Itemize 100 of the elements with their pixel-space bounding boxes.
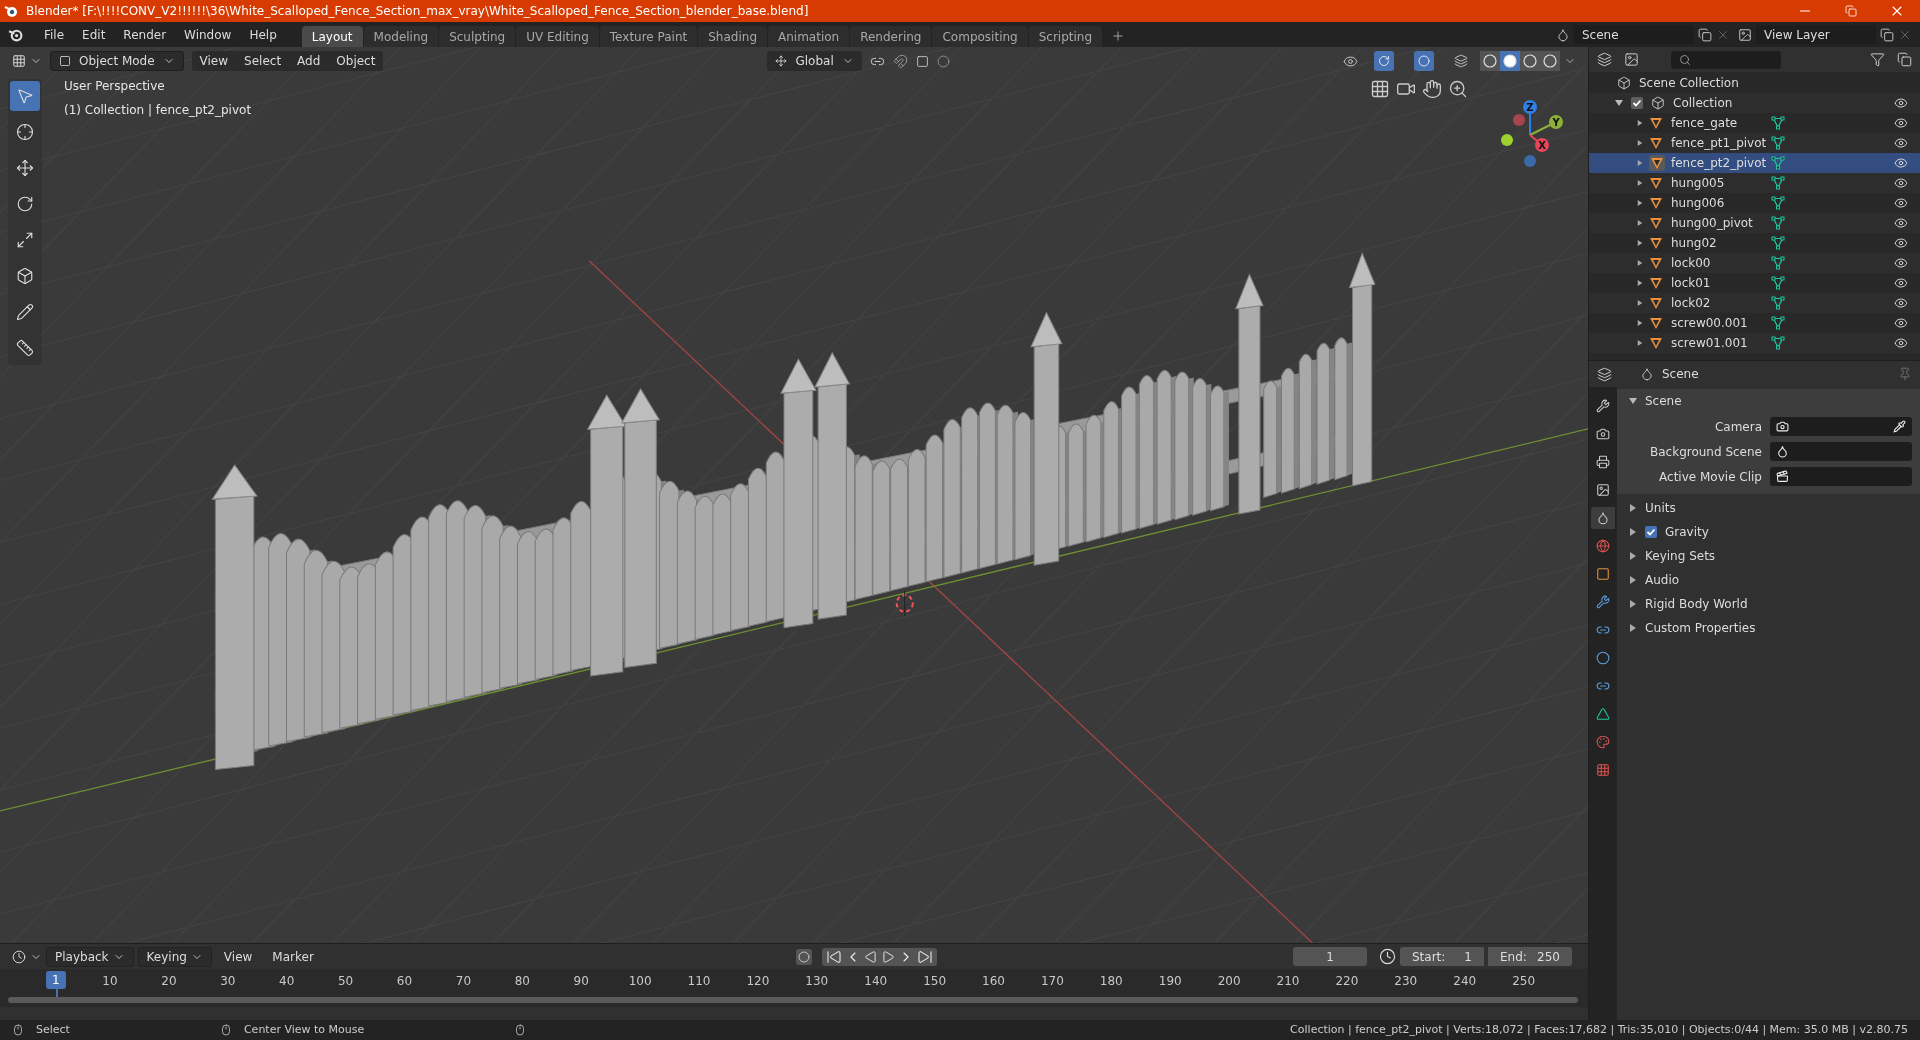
expand-arrow-icon[interactable] — [1629, 528, 1637, 536]
fence-drawing[interactable] — [211, 252, 1376, 771]
navigation-gizmo[interactable] — [1501, 100, 1563, 167]
outliner-row[interactable]: screw01.001 — [1589, 333, 1920, 353]
filter-icon[interactable] — [1870, 52, 1885, 67]
shading-mode-button[interactable] — [1480, 51, 1500, 71]
outliner-row[interactable]: hung005 — [1589, 173, 1920, 193]
orientation-dropdown[interactable]: Global — [767, 51, 862, 71]
workspace-tab[interactable]: Compositing — [932, 26, 1028, 47]
expand-arrow-icon[interactable] — [1637, 260, 1643, 266]
workspace-tab[interactable]: Modeling — [363, 26, 439, 47]
expand-arrow-icon[interactable] — [1637, 180, 1643, 186]
start-frame-field[interactable]: Start: 1 — [1400, 947, 1484, 966]
visibility-icon[interactable] — [1343, 53, 1358, 69]
collapse-arrow-icon[interactable] — [1629, 397, 1637, 405]
workspace-tab[interactable]: Animation — [768, 26, 850, 47]
menu-item[interactable]: Marker — [264, 946, 322, 967]
mesh-data-icon[interactable] — [1771, 216, 1785, 230]
menu-dropdown[interactable]: Playback — [46, 946, 134, 967]
object-name[interactable]: fence_pt2_pivot — [1671, 154, 1771, 172]
expand-arrow-icon[interactable] — [1629, 624, 1637, 632]
object-name[interactable]: fence_gate — [1671, 114, 1771, 132]
outliner-row[interactable]: fence_pt1_pivot — [1589, 133, 1920, 153]
expand-arrow-icon[interactable] — [1615, 99, 1623, 107]
shading-mode-button[interactable] — [1520, 51, 1540, 71]
outliner-row[interactable]: lock00 — [1589, 253, 1920, 273]
visibility-icon[interactable] — [1894, 176, 1908, 190]
blender-logo-icon[interactable] — [8, 27, 23, 42]
menu-item[interactable]: Window — [175, 25, 241, 44]
object-name[interactable]: lock02 — [1671, 294, 1771, 312]
mode-dropdown[interactable]: Object Mode — [50, 51, 184, 71]
object-name[interactable]: lock01 — [1671, 274, 1771, 292]
viewport[interactable]: Object Mode View Select Add Object Global User Perspective (1) Collection | fence_pt2_pivot Z Y X — [0, 47, 1588, 943]
panel-header[interactable]: Scene — [1617, 389, 1920, 413]
workspace-tab[interactable]: Texture Paint — [599, 26, 698, 47]
stopwatch-icon[interactable] — [1379, 948, 1396, 965]
workspace-tab[interactable]: Rendering — [850, 26, 932, 47]
expand-arrow-icon[interactable] — [1629, 552, 1637, 560]
collection-checkbox[interactable] — [1631, 97, 1643, 109]
mesh-data-icon[interactable] — [1771, 136, 1785, 150]
workspace-tab[interactable]: Shading — [698, 26, 767, 47]
mesh-data-icon[interactable] — [1771, 336, 1785, 350]
eyedropper-icon[interactable] — [1893, 420, 1906, 433]
menu-dropdown[interactable]: Keying — [137, 946, 212, 967]
restore-icon[interactable] — [1845, 5, 1857, 17]
outliner-row[interactable]: lock02 — [1589, 293, 1920, 313]
expand-arrow-icon[interactable] — [1629, 504, 1637, 512]
workspace-tab[interactable]: Scripting — [1028, 26, 1103, 47]
property-field[interactable] — [1770, 417, 1912, 436]
menu-item[interactable]: File — [35, 25, 74, 44]
visibility-icon[interactable] — [1894, 276, 1908, 290]
expand-arrow-icon[interactable] — [1637, 200, 1643, 206]
expand-arrow-icon[interactable] — [1637, 320, 1643, 326]
visibility-icon[interactable] — [1894, 236, 1908, 250]
property-field[interactable] — [1770, 442, 1912, 461]
mesh-data-icon[interactable] — [1771, 116, 1785, 130]
subpanel-header[interactable]: Audio — [1617, 568, 1920, 592]
subpanel-header[interactable]: Keying Sets — [1617, 544, 1920, 568]
search-field[interactable] — [1671, 50, 1781, 69]
visibility-icon[interactable] — [1894, 316, 1908, 330]
view-layer-field[interactable]: View Layer — [1756, 25, 1876, 44]
shading-mode-button[interactable] — [1500, 51, 1520, 71]
hand-icon[interactable] — [1422, 79, 1442, 99]
expand-arrow-icon[interactable] — [1637, 120, 1643, 126]
expand-arrow-icon[interactable] — [1637, 220, 1643, 226]
menu-item[interactable]: View — [215, 946, 261, 967]
duplicate-icon[interactable] — [1880, 27, 1894, 42]
visibility-icon[interactable] — [1894, 116, 1908, 130]
current-frame-field[interactable]: 1 — [1293, 947, 1367, 966]
mesh-data-icon[interactable] — [1771, 176, 1785, 190]
visibility-icon[interactable] — [1894, 256, 1908, 270]
menu-item[interactable]: Edit — [73, 25, 115, 44]
object-name[interactable]: fence_pt1_pivot — [1671, 134, 1771, 152]
expand-arrow-icon[interactable] — [1637, 140, 1643, 146]
expand-arrow-icon[interactable] — [1637, 160, 1643, 166]
shading-mode-button[interactable] — [1540, 51, 1560, 71]
playhead-frame-marker[interactable]: 1 — [46, 971, 66, 989]
menu-item[interactable]: Help — [240, 25, 286, 44]
mesh-data-icon[interactable] — [1771, 156, 1785, 170]
visibility-icon[interactable] — [1894, 136, 1908, 150]
visibility-icon[interactable] — [1894, 156, 1908, 170]
visibility-icon[interactable] — [1894, 196, 1908, 210]
object-name[interactable]: hung005 — [1671, 174, 1771, 192]
expand-arrow-icon[interactable] — [1637, 300, 1643, 306]
object-name[interactable]: hung02 — [1671, 234, 1771, 252]
object-name[interactable]: lock00 — [1671, 254, 1771, 272]
mesh-data-icon[interactable] — [1771, 236, 1785, 250]
menu-item[interactable]: Add — [289, 51, 329, 71]
subpanel-header[interactable]: Units — [1617, 496, 1920, 520]
object-name[interactable]: screw00.001 — [1671, 314, 1771, 332]
visibility-icon[interactable] — [1894, 216, 1908, 230]
menu-item[interactable]: Object — [328, 51, 384, 71]
mesh-data-icon[interactable] — [1771, 256, 1785, 270]
expand-arrow-icon[interactable] — [1629, 600, 1637, 608]
subpanel-header[interactable]: Gravity — [1617, 520, 1920, 544]
mesh-data-icon[interactable] — [1771, 316, 1785, 330]
grid-view-icon[interactable] — [1370, 79, 1390, 99]
scene-field[interactable]: Scene — [1574, 25, 1694, 44]
add-workspace-icon[interactable] — [1111, 29, 1126, 43]
snap-icon[interactable] — [892, 53, 908, 69]
